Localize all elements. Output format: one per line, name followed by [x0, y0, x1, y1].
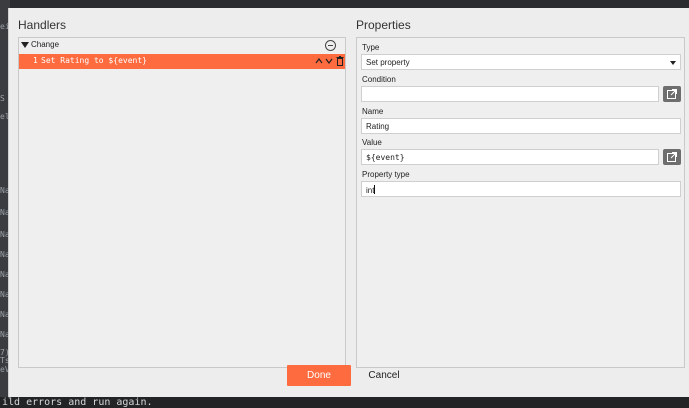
cancel-button[interactable]: Cancel	[364, 365, 404, 386]
collapse-triangle-icon[interactable]	[21, 42, 29, 48]
property-type-input[interactable]: int	[361, 181, 681, 197]
type-select-value: Set property	[366, 58, 410, 67]
condition-open-editor-button[interactable]	[663, 86, 681, 102]
handlers-pane: Change 1 Set Rating to ${event}	[18, 37, 346, 368]
handler-group-change[interactable]: Change	[19, 38, 345, 54]
done-button[interactable]: Done	[287, 365, 351, 386]
name-label: Name	[362, 107, 384, 116]
open-external-icon	[667, 89, 677, 99]
delete-icon[interactable]	[336, 56, 344, 66]
type-label: Type	[362, 43, 380, 52]
handler-group-label: Change	[31, 40, 60, 49]
value-label: Value	[362, 138, 382, 147]
move-up-icon[interactable]	[315, 57, 323, 65]
action-text: Set Rating to ${event}	[41, 56, 147, 65]
properties-pane: Type Set property Condition Name Rating …	[356, 37, 685, 368]
move-down-icon[interactable]	[325, 57, 333, 65]
action-number: 1	[33, 56, 38, 65]
event-handlers-dialog: Handlers Properties Change 1 Set Rating …	[8, 8, 689, 397]
open-external-icon	[667, 152, 677, 162]
console-strip: ild errors and run again.	[0, 397, 689, 408]
text-cursor	[374, 185, 376, 194]
dropdown-arrow-icon	[670, 61, 676, 65]
handlers-title: Handlers	[18, 18, 67, 32]
value-input[interactable]: ${event}	[361, 149, 659, 165]
value-open-editor-button[interactable]	[663, 149, 681, 165]
property-type-value: int	[366, 186, 375, 195]
property-type-label: Property type	[362, 170, 410, 179]
condition-input[interactable]	[361, 86, 659, 102]
name-input[interactable]: Rating	[361, 118, 681, 134]
app-background-top	[0, 0, 689, 8]
type-select[interactable]: Set property	[361, 54, 681, 70]
action-row[interactable]: 1 Set Rating to ${event}	[19, 54, 345, 69]
add-action-icon[interactable]	[325, 40, 336, 51]
condition-label: Condition	[362, 75, 396, 84]
console-line: ild errors and run again.	[2, 397, 153, 408]
properties-title: Properties	[356, 18, 411, 32]
